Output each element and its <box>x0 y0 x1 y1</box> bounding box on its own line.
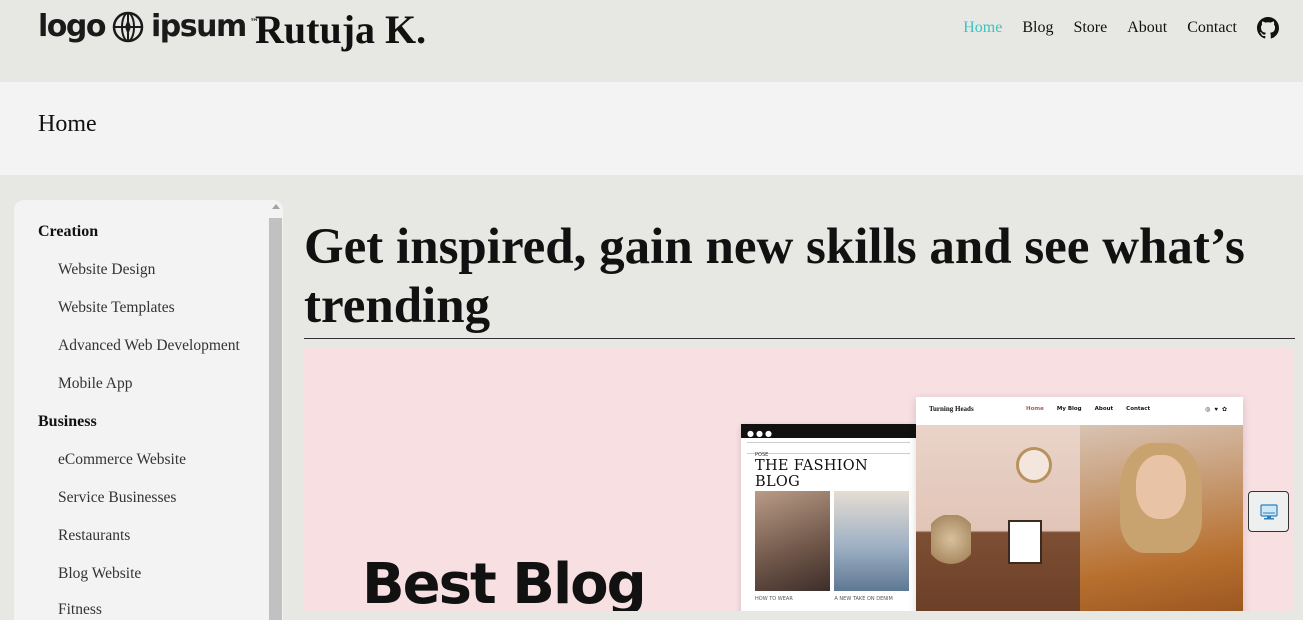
portrait-face <box>1136 455 1186 519</box>
sidebar-item-ecommerce-website[interactable]: eCommerce Website <box>58 451 186 469</box>
sidebar-item-mobile-app[interactable]: Mobile App <box>58 375 133 393</box>
mock-site-name: Turning Heads <box>929 405 974 413</box>
sidebar-item-service-businesses[interactable]: Service Businesses <box>58 489 176 507</box>
scrollbar-thumb[interactable] <box>269 218 282 620</box>
main-nav: Home Blog Store About Contact <box>943 17 1279 39</box>
desktop-view-button[interactable] <box>1248 491 1289 532</box>
mock-blog-title: THE FASHION BLOG <box>755 458 868 490</box>
mock-phone-topbar: ●●● <box>741 424 916 438</box>
mock-portrait-photo <box>1080 425 1243 611</box>
picture-frame-image <box>1008 520 1042 564</box>
sidebar-scrollbar[interactable] <box>268 200 283 620</box>
page-title: Home <box>38 111 97 137</box>
sidebar-item-website-design[interactable]: Website Design <box>58 261 155 279</box>
sidebar-category-creation: Creation <box>38 223 99 240</box>
sidebar-item-fitness[interactable]: Fitness <box>58 601 102 619</box>
mock-site-nav: Home My Blog About Contact <box>1026 406 1151 412</box>
hero-title: Best Blog <box>362 552 647 611</box>
hero-banner[interactable]: Best Blog ●●● POSE THE FASHION BLOG HOW … <box>304 347 1294 611</box>
main-headline: Get inspired, gain new skills and see wh… <box>304 219 1245 334</box>
vase-image <box>931 515 971 575</box>
headline-divider <box>304 338 1295 339</box>
mirror-image <box>1016 447 1052 483</box>
globe-icon <box>112 11 144 42</box>
mock-photo-1 <box>755 491 830 591</box>
nav-blog[interactable]: Blog <box>1022 19 1053 37</box>
sidebar: Creation Website Design Website Template… <box>14 200 283 620</box>
logo[interactable]: logo ipsum ™ <box>38 9 259 44</box>
site-brand[interactable]: Rutuja K. <box>255 6 426 53</box>
sidebar-category-business: Business <box>38 413 97 430</box>
nav-home[interactable]: Home <box>963 19 1002 37</box>
nav-contact[interactable]: Contact <box>1187 19 1237 37</box>
sidebar-item-website-templates[interactable]: Website Templates <box>58 299 175 317</box>
mock-social-icons: ◎♥✿ <box>1205 407 1231 413</box>
mock-photo-2 <box>834 491 909 591</box>
logo-text-right: ipsum <box>150 9 247 44</box>
mock-phone-captions: HOW TO WEAR A NEW TAKE ON DENIM <box>755 596 893 602</box>
desktop-icon <box>1259 503 1278 519</box>
sidebar-item-advanced-web-development[interactable]: Advanced Web Development <box>58 337 240 355</box>
site-header: logo ipsum ™ Rutuja K. Home Blog Store A… <box>0 0 1303 82</box>
logo-text-left: logo <box>38 9 106 44</box>
github-icon[interactable] <box>1257 17 1279 39</box>
mock-site-header: Turning Heads Home My Blog About Contact ◎♥… <box>916 397 1243 423</box>
nav-about[interactable]: About <box>1127 19 1167 37</box>
mock-website-screenshot: Turning Heads Home My Blog About Contact ◎♥… <box>916 397 1243 611</box>
mock-room-photo <box>916 425 1080 611</box>
sidebar-item-restaurants[interactable]: Restaurants <box>58 527 130 545</box>
nav-store[interactable]: Store <box>1073 19 1107 37</box>
breadcrumb: Home <box>0 82 1303 175</box>
mock-phone-photos <box>755 491 909 591</box>
mock-phone-menu: POSE <box>747 442 910 458</box>
mock-phone-screenshot: ●●● POSE THE FASHION BLOG HOW TO WEAR A … <box>741 424 916 611</box>
sidebar-item-blog-website[interactable]: Blog Website <box>58 565 141 583</box>
scroll-up-arrow-icon[interactable] <box>272 204 280 209</box>
